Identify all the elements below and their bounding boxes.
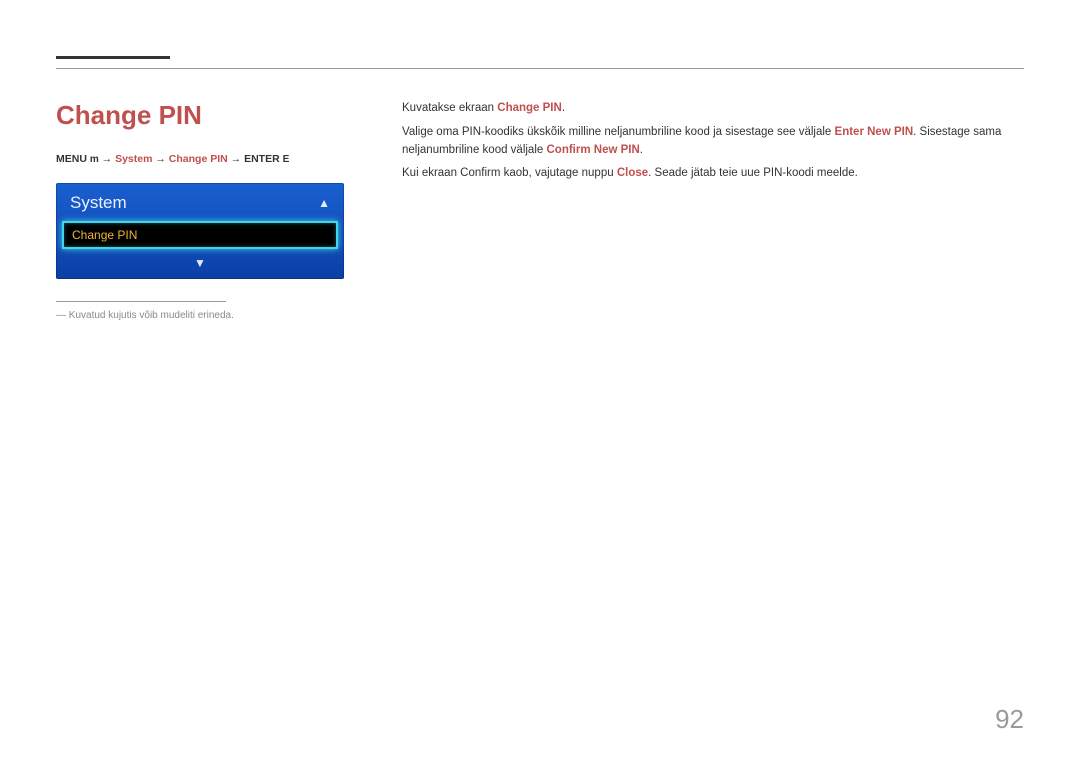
p3-b: Close bbox=[617, 167, 648, 179]
osd-menu-body: Change PIN bbox=[56, 221, 344, 253]
p3-a: Kui ekraan Confirm kaob, vajutage nuppu bbox=[402, 167, 617, 179]
p1-a: Kuvatakse ekraan bbox=[402, 102, 497, 114]
osd-menu-footer: ▼ bbox=[56, 253, 344, 279]
footnote-marker: ― bbox=[56, 310, 66, 321]
footnote: ― Kuvatud kujutis võib mudeliti erineda. bbox=[56, 310, 346, 321]
breadcrumb-change-pin: Change PIN bbox=[169, 153, 228, 165]
right-column: Kuvatakse ekraan Change PIN. Valige oma … bbox=[402, 100, 1024, 321]
osd-menu: System ▲ Change PIN ▼ bbox=[56, 183, 344, 279]
breadcrumb-system: System bbox=[115, 153, 152, 165]
p2-b: Enter New PIN bbox=[835, 126, 914, 138]
breadcrumb-arrow-1: → bbox=[102, 153, 115, 165]
p1-c: . bbox=[562, 102, 565, 114]
content-columns: Change PIN MENU m → System → Change PIN … bbox=[56, 100, 1024, 321]
body-p3: Kui ekraan Confirm kaob, vajutage nuppu … bbox=[402, 165, 1024, 183]
left-column: Change PIN MENU m → System → Change PIN … bbox=[56, 100, 346, 321]
osd-menu-item-label: Change PIN bbox=[72, 228, 137, 242]
page-title: Change PIN bbox=[56, 100, 346, 131]
header-rule-bold bbox=[56, 56, 170, 59]
page: Change PIN MENU m → System → Change PIN … bbox=[0, 0, 1080, 763]
page-number: 92 bbox=[995, 704, 1024, 735]
p2-a: Valige oma PIN-koodiks ükskõik milline n… bbox=[402, 126, 835, 138]
menu-icon: m bbox=[90, 154, 99, 165]
p2-e: . bbox=[640, 144, 643, 156]
osd-menu-title: System bbox=[70, 193, 127, 213]
p2-d: Confirm New PIN bbox=[546, 144, 639, 156]
footnote-text: Kuvatud kujutis võib mudeliti erineda. bbox=[69, 310, 234, 321]
footnote-separator bbox=[56, 301, 226, 302]
osd-menu-item-selected: Change PIN bbox=[62, 221, 338, 249]
p1-b: Change PIN bbox=[497, 102, 562, 114]
breadcrumb: MENU m → System → Change PIN → ENTER E bbox=[56, 153, 346, 165]
body-p1: Kuvatakse ekraan Change PIN. bbox=[402, 100, 1024, 118]
chevron-down-icon: ▼ bbox=[194, 257, 206, 269]
breadcrumb-arrow-2: → bbox=[152, 153, 168, 165]
body-p2: Valige oma PIN-koodiks ükskõik milline n… bbox=[402, 124, 1024, 160]
breadcrumb-menu: MENU bbox=[56, 153, 87, 165]
enter-icon: E bbox=[283, 154, 290, 165]
osd-menu-header: System ▲ bbox=[56, 183, 344, 221]
p3-c: . Seade jätab teie uue PIN-koodi meelde. bbox=[648, 167, 858, 179]
breadcrumb-arrow-3: → bbox=[228, 153, 244, 165]
chevron-up-icon: ▲ bbox=[318, 197, 330, 209]
header-rule bbox=[56, 68, 1024, 69]
breadcrumb-enter: ENTER bbox=[244, 153, 280, 165]
